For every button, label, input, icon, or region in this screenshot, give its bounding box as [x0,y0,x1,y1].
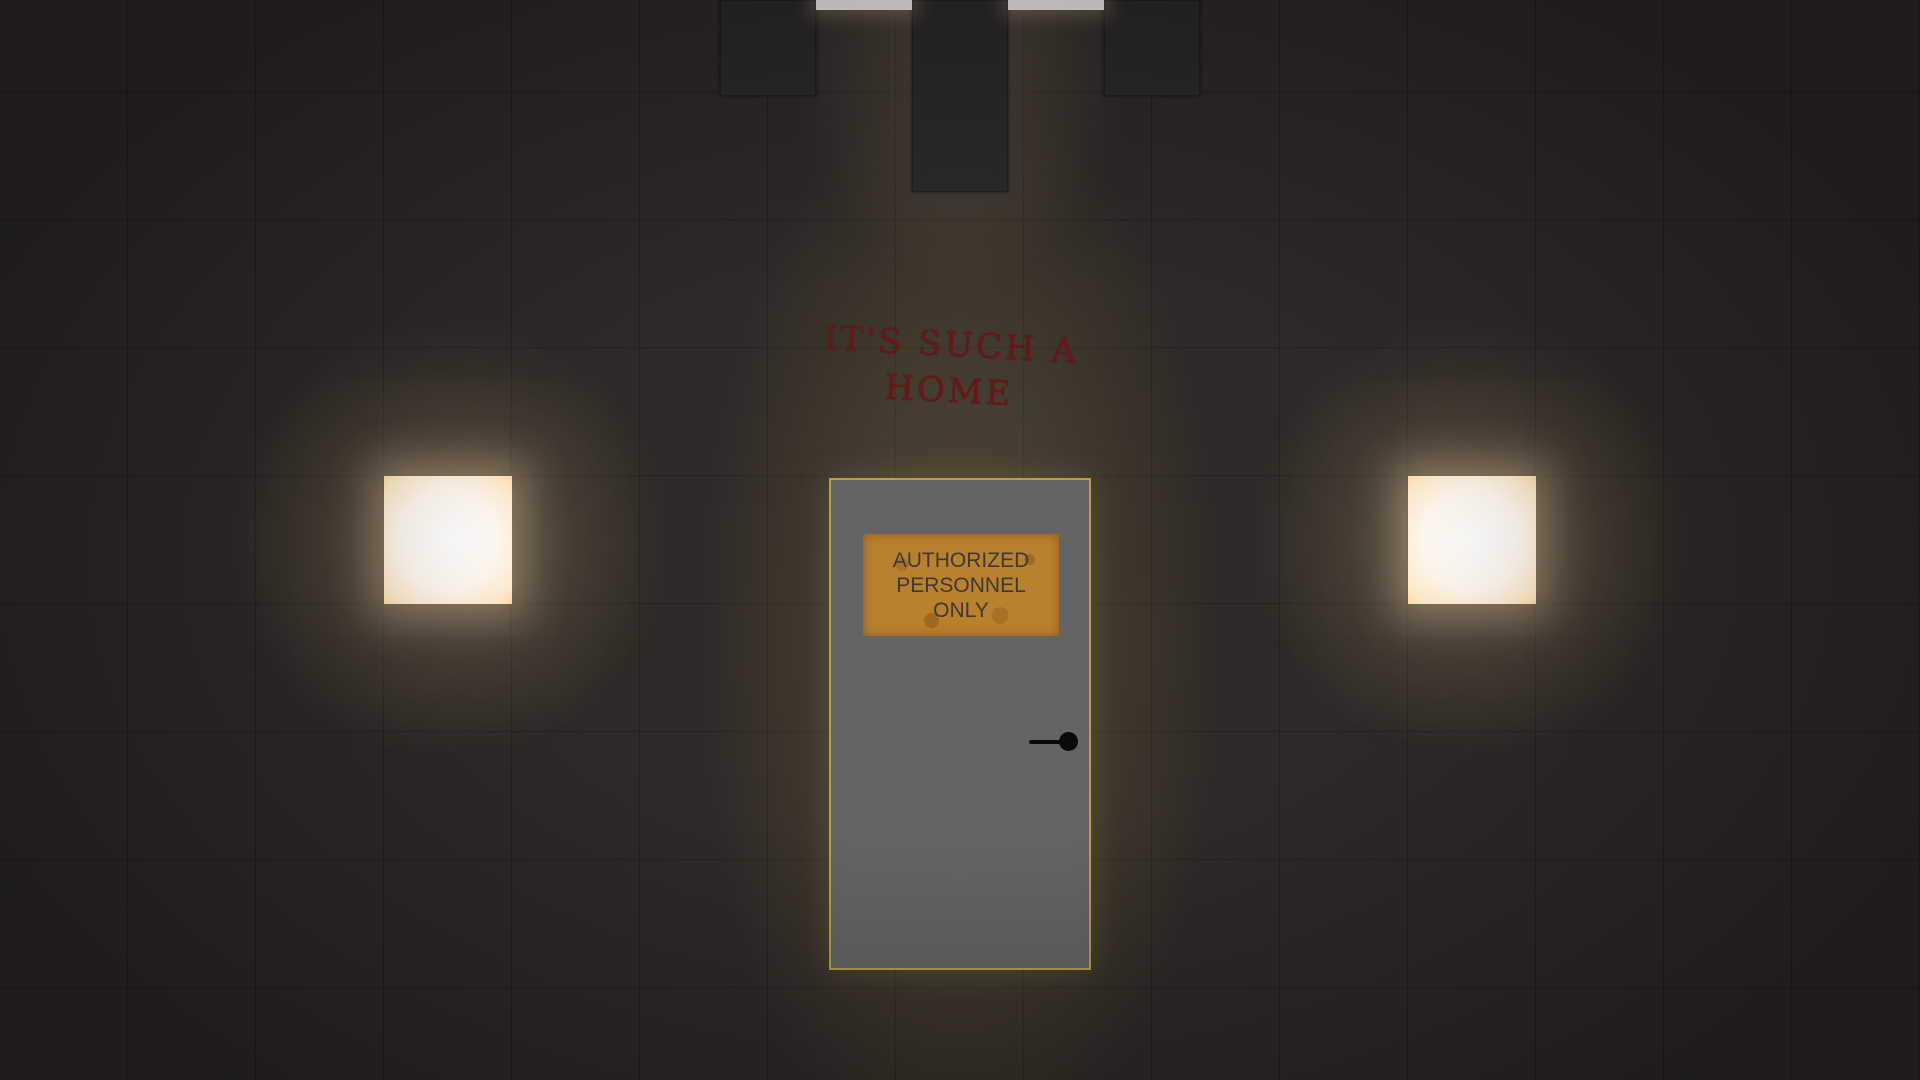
door-handle-knob [1059,732,1078,751]
door[interactable]: AUTHORIZED PERSONNEL ONLY [829,478,1091,970]
door-handle-icon[interactable] [1029,732,1079,752]
ceiling-light-right [1008,0,1104,10]
ceiling-block-left [720,0,816,96]
wall-graffiti: IT'S SUCH A HOME [818,315,1082,420]
ceiling-light-left [816,0,912,10]
door-sign-line-2: PERSONNEL [896,573,1026,597]
wall-lamp-left [384,476,512,604]
door-sign-line-3: ONLY [933,598,989,622]
ceiling-block-center [912,0,1008,192]
door-sign-line-1: AUTHORIZED [892,548,1030,572]
door-sign: AUTHORIZED PERSONNEL ONLY [863,534,1059,636]
ceiling-block-right [1104,0,1200,96]
game-scene: IT'S SUCH A HOME AUTHORIZED PERSONNEL ON… [0,0,1920,1080]
wall-lamp-right [1408,476,1536,604]
